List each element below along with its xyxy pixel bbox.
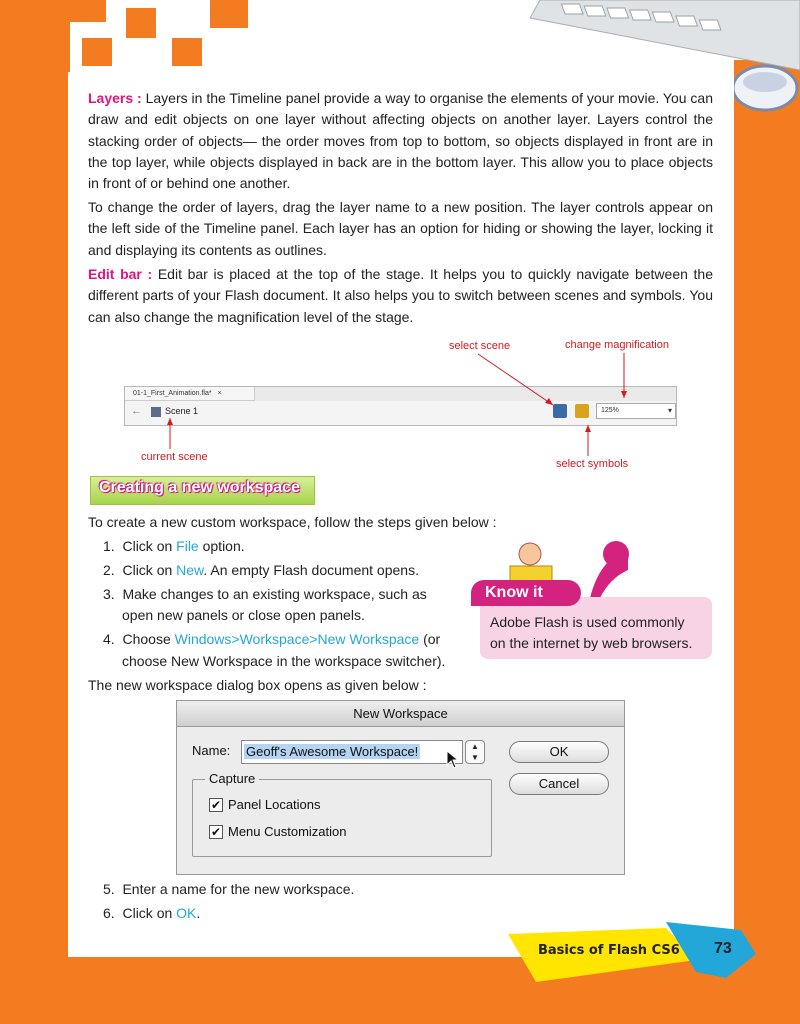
annotation-current-scene: current scene [141,451,208,463]
menu-customization-checkbox[interactable]: ✔ [209,825,223,839]
section-title: Creating a new workspace [99,479,300,496]
know-it-label: Know it [471,580,581,606]
chevron-down-icon[interactable]: ▼ [471,753,479,762]
annotation-arrows [167,353,627,456]
menu-customization-label: Menu Customization [228,824,347,839]
chevron-up-icon[interactable]: ▲ [471,742,479,751]
step-3: 3. Make changes to an existing workspace… [103,586,427,602]
cancel-button[interactable]: Cancel [509,773,609,795]
capture-group [192,779,492,857]
step-4-continued: choose New Workspace in the workspace sw… [122,653,446,669]
panel-locations-checkbox[interactable]: ✔ [209,798,223,812]
name-label: Name: [192,743,231,758]
footer-book-title: Basics of Flash CS6 [538,943,680,958]
step-2: 2. Click on New. An empty Flash document… [103,562,419,578]
annotation-select-symbols: select symbols [556,458,629,470]
step-4: 4. Choose Windows>Workspace>New Workspac… [103,631,441,647]
name-field[interactable]: Geoff's Awesome Workspace! [241,740,463,764]
step-3-continued: open new panels or close open panels. [122,607,365,623]
ok-button[interactable]: OK [509,741,609,763]
page-number: 73 [714,940,732,957]
step-6: 6. Click on OK. [103,905,201,921]
name-field-value: Geoff's Awesome Workspace! [244,744,421,759]
dialog-title: New Workspace [177,701,624,727]
section-intro: To create a new custom workspace, follow… [88,514,497,530]
dialog-intro: The new workspace dialog box opens as gi… [88,677,427,693]
mouse-pointer-icon [446,750,459,769]
step-1: 1. Click on File option. [103,538,245,554]
know-it-text: Adobe Flash is used commonly on the inte… [490,614,693,651]
new-workspace-dialog: New Workspace Name: Geoff's Awesome Work… [176,700,625,875]
name-stepper[interactable]: ▲ ▼ [465,740,485,764]
panel-locations-label: Panel Locations [228,797,321,812]
step-5: 5. Enter a name for the new workspace. [103,881,355,897]
capture-label: Capture [205,771,260,786]
